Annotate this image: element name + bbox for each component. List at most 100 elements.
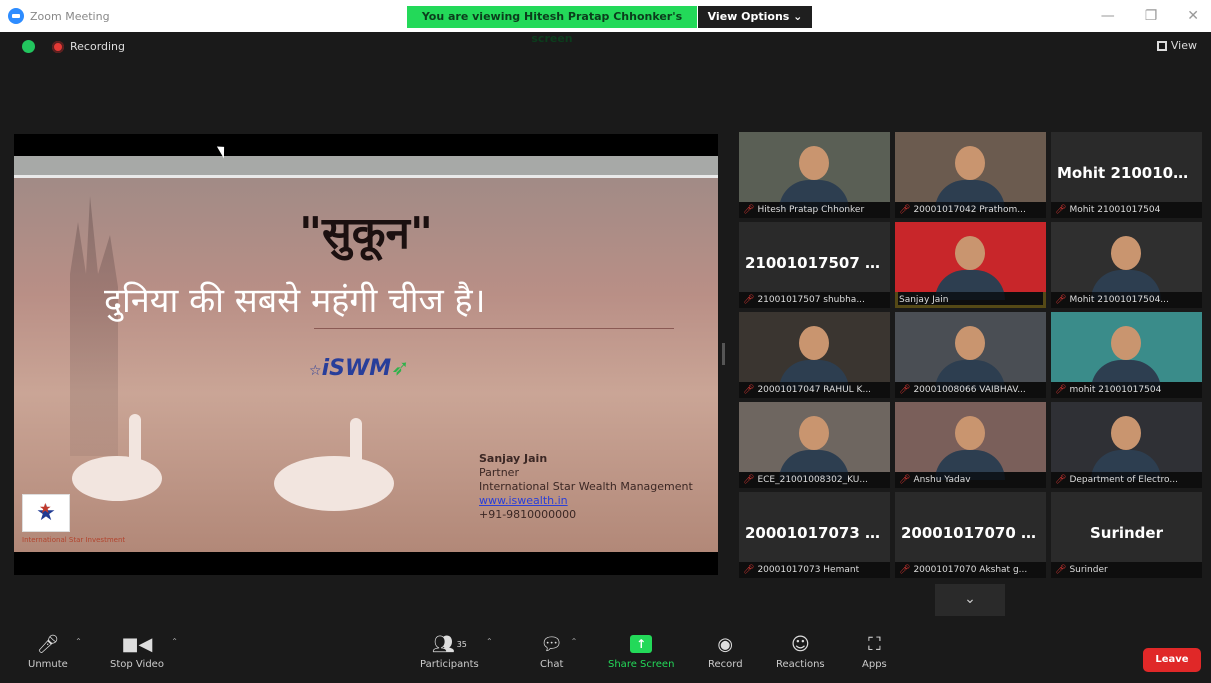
participant-tile[interactable]: 🎤︎ mohit 21001017504	[1051, 312, 1202, 398]
record-label: Record	[708, 659, 743, 670]
participant-label: 🎤︎ Mohit 21001017504	[1051, 202, 1202, 218]
microphone-muted-icon: 🎤︎	[1055, 295, 1067, 305]
share-screen-button[interactable]: ↑ Share Screen	[608, 633, 674, 670]
chat-label: Chat	[540, 659, 564, 670]
microphone-muted-icon: 🎤︎	[899, 565, 911, 575]
participant-name-placeholder: Mohit 2100101...	[1057, 164, 1201, 182]
microphone-muted-icon: 🎤︎	[1055, 205, 1067, 215]
reactions-button[interactable]: ☺ Reactions	[776, 633, 825, 671]
reactions-label: Reactions	[776, 659, 825, 670]
participant-video	[1051, 222, 1202, 300]
swan-left-neck	[129, 414, 141, 469]
swan-right-neck	[350, 418, 362, 474]
participant-video	[895, 402, 1046, 480]
participant-label: 🎤︎ 21001017507 shubha...	[739, 292, 890, 308]
microphone-muted-icon: 🎤︎	[1055, 475, 1067, 485]
participant-label: 🎤︎ 20001008066 VAIBHAV...	[895, 382, 1046, 398]
security-shield-icon[interactable]	[22, 40, 35, 53]
participant-tile[interactable]: 🎤︎ 20001008066 VAIBHAV...	[895, 312, 1046, 398]
maximize-icon[interactable]: ❐	[1145, 8, 1158, 24]
participant-face	[799, 326, 829, 360]
participant-label: 🎤︎ ECE_21001008302_KU...	[739, 472, 890, 488]
microphone-muted-icon: 🎤︎	[899, 475, 911, 485]
participant-tile[interactable]: 🎤︎ Anshu Yadav	[895, 402, 1046, 488]
star-logo-icon: ★	[22, 494, 70, 532]
participant-label: 🎤︎ 20001017073 Hemant	[739, 562, 890, 578]
participant-label: 🎤︎ 20001017070 Akshat g...	[895, 562, 1046, 578]
participants-icon: 👥︎ 35	[431, 633, 467, 655]
participant-name: Mohit 21001017504	[1069, 205, 1161, 215]
recording-icon[interactable]	[52, 41, 64, 53]
view-button[interactable]: View	[1156, 39, 1197, 52]
split-divider-handle[interactable]	[722, 343, 725, 365]
participant-label: 🎤︎ Anshu Yadav	[895, 472, 1046, 488]
share-screen-label: Share Screen	[608, 659, 675, 670]
leave-button[interactable]: Leave	[1143, 648, 1201, 672]
participant-name: Anshu Yadav	[913, 475, 971, 485]
participant-tile[interactable]: 21001017507 s... 🎤︎ 21001017507 shubha...	[739, 222, 890, 308]
participant-label: 🎤︎ 20001017047 RAHUL K...	[739, 382, 890, 398]
presenter-phone: +91-9810000000	[479, 508, 577, 521]
participant-tile[interactable]: 20001017070 A... 🎤︎ 20001017070 Akshat g..…	[895, 492, 1046, 578]
chevron-up-icon[interactable]: ⌃	[486, 637, 493, 646]
reactions-icon: ☺	[790, 633, 810, 655]
participant-video	[895, 312, 1046, 390]
grid-icon	[1156, 40, 1167, 51]
participants-count: 35	[456, 639, 467, 649]
stop-video-button[interactable]: ■◀ Stop Video ⌃	[110, 633, 178, 671]
slide-header-bar	[14, 156, 718, 178]
chevron-up-icon[interactable]: ⌃	[171, 637, 178, 646]
participant-tile[interactable]: 🎤︎ 20001017047 RAHUL K...	[739, 312, 890, 398]
participant-name-placeholder: 21001017507 s...	[745, 254, 890, 272]
chevron-up-icon[interactable]: ⌃	[75, 637, 82, 646]
record-button[interactable]: ◉ Record	[708, 633, 743, 671]
participant-tile[interactable]: Mohit 2100101... 🎤︎ Mohit 21001017504	[1051, 132, 1202, 218]
participant-face	[955, 236, 985, 270]
close-icon[interactable]: ✕	[1187, 8, 1199, 24]
participant-name: Mohit 21001017504...	[1069, 295, 1169, 305]
microphone-muted-icon: 🎤︎	[36, 633, 60, 655]
slide-quote: "सुकून"	[299, 208, 433, 259]
apps-label: Apps	[862, 659, 887, 670]
apps-icon: ⛶	[868, 633, 881, 655]
org-tag: International Star Investment	[22, 536, 126, 544]
participant-label: 🎤︎ mohit 21001017504	[1051, 382, 1202, 398]
view-label: View	[1170, 39, 1197, 52]
participant-tile[interactable]: 20001017073 H... 🎤︎ 20001017073 Hemant	[739, 492, 890, 578]
participant-name: 20001017070 Akshat g...	[913, 565, 1028, 575]
participant-face	[1111, 236, 1141, 270]
participant-video	[739, 312, 890, 390]
participant-tile[interactable]: Sanjay Jain	[895, 222, 1046, 308]
microphone-muted-icon: 🎤︎	[743, 475, 755, 485]
participant-name: ECE_21001008302_KU...	[757, 475, 868, 485]
participants-button[interactable]: 👥︎ 35 Participants ⌃	[420, 633, 493, 671]
participant-tile[interactable]: Surinder 🎤︎ Surinder	[1051, 492, 1202, 578]
participant-face	[1111, 416, 1141, 450]
unmute-button[interactable]: 🎤︎ Unmute ⌃	[28, 633, 82, 671]
microphone-muted-icon: 🎤︎	[899, 205, 911, 215]
microphone-muted-icon: 🎤︎	[1055, 565, 1067, 575]
participant-name: Surinder	[1069, 565, 1108, 575]
participant-name: Sanjay Jain	[899, 295, 949, 305]
participant-tile[interactable]: 🎤︎ ECE_21001008302_KU...	[739, 402, 890, 488]
record-icon: ◉	[717, 633, 734, 655]
presenter-site: www.iswealth.in	[479, 494, 568, 507]
gallery-next-page-button[interactable]: ⌄	[935, 584, 1005, 616]
participant-label: 🎤︎ Hitesh Pratap Chhonker	[739, 202, 890, 218]
participant-tile[interactable]: 🎤︎ Mohit 21001017504...	[1051, 222, 1202, 308]
participant-tile[interactable]: 🎤︎ 20001017042 Prathom...	[895, 132, 1046, 218]
app-title: Zoom Meeting	[30, 9, 110, 23]
participant-label: 🎤︎ Department of Electro...	[1051, 472, 1202, 488]
chevron-up-icon[interactable]: ⌃	[571, 637, 578, 646]
participant-video	[895, 222, 1046, 300]
apps-button[interactable]: ⛶ Apps	[862, 633, 887, 671]
participant-tile[interactable]: 🎤︎ Department of Electro...	[1051, 402, 1202, 488]
chat-button[interactable]: 💬︎ Chat ⌃	[540, 633, 577, 671]
participant-video	[895, 132, 1046, 210]
minimize-icon[interactable]: —	[1101, 8, 1115, 24]
participant-tile[interactable]: 🎤︎ Hitesh Pratap Chhonker	[739, 132, 890, 218]
video-camera-icon: ■◀	[121, 633, 153, 655]
participant-name-placeholder: Surinder	[1089, 524, 1163, 542]
view-options-button[interactable]: View Options ⌄	[698, 6, 812, 28]
unmute-label: Unmute	[28, 659, 68, 670]
